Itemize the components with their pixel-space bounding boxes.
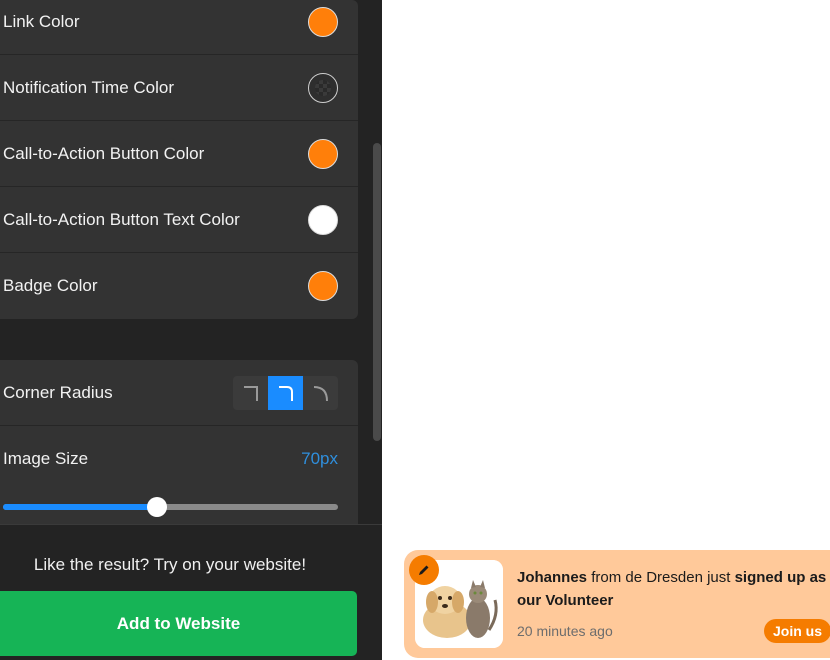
notification-name: Johannes <box>517 569 588 586</box>
join-us-button[interactable]: Join us <box>764 619 830 643</box>
setting-label: Corner Radius <box>3 383 113 402</box>
image-size-slider[interactable] <box>3 497 338 517</box>
setting-label: Image Size <box>3 449 89 468</box>
setting-row-badge-color: Badge Color <box>0 253 358 319</box>
pencil-icon <box>419 565 429 575</box>
setting-row-notification-time-color: Notification Time Color <box>0 55 358 121</box>
setting-label: Notification Time Color <box>3 78 175 97</box>
panel-scrollbar[interactable] <box>373 143 381 441</box>
add-to-website-button[interactable]: Add to Website <box>0 591 357 656</box>
setting-row-cta-button-color: Call-to-Action Button Color <box>0 121 358 187</box>
setting-label: Badge Color <box>3 276 98 295</box>
setting-row-link-color: Link Color <box>0 0 358 55</box>
notification-location: from de Dresden just <box>587 569 735 586</box>
corner-rounded-icon <box>278 386 293 401</box>
image-size-value: 70px <box>301 449 338 468</box>
panel-footer: Like the result? Try on your website! Ad… <box>0 524 382 660</box>
setting-label: Call-to-Action Button Color <box>3 144 205 163</box>
corner-square-option[interactable] <box>233 376 268 410</box>
link-color-swatch[interactable] <box>308 7 338 37</box>
footer-prompt: Like the result? Try on your website! <box>33 555 307 574</box>
color-settings-card: Link Color Notification Time Color Call-… <box>0 0 358 319</box>
slider-fill <box>3 504 158 510</box>
notification-time: 20 minutes ago <box>517 623 613 639</box>
corner-curved-option[interactable] <box>303 376 338 410</box>
badge-color-swatch[interactable] <box>308 271 338 301</box>
cta-button-text-color-swatch[interactable] <box>308 205 338 235</box>
corner-rounded-option[interactable] <box>268 376 303 410</box>
corner-radius-selector <box>233 376 338 410</box>
layout-settings-card: Corner Radius Image Size 70px <box>0 360 358 530</box>
setting-row-corner-radius: Corner Radius <box>0 360 358 426</box>
corner-square-icon <box>243 386 258 401</box>
setting-label: Call-to-Action Button Text Color <box>3 210 240 229</box>
notification-message: Johannes from de Dresden just signed up … <box>517 566 830 612</box>
cta-button-color-swatch[interactable] <box>308 139 338 169</box>
setting-row-cta-button-text-color: Call-to-Action Button Text Color <box>0 187 358 253</box>
settings-panel: Link Color Notification Time Color Call-… <box>0 0 382 660</box>
corner-curved-icon <box>313 386 328 402</box>
setting-label: Link Color <box>3 12 80 31</box>
edit-badge[interactable] <box>409 555 439 585</box>
notification-time-color-swatch[interactable] <box>308 73 338 103</box>
notification-preview[interactable]: Johannes from de Dresden just signed up … <box>404 550 830 658</box>
slider-handle[interactable] <box>147 497 168 517</box>
